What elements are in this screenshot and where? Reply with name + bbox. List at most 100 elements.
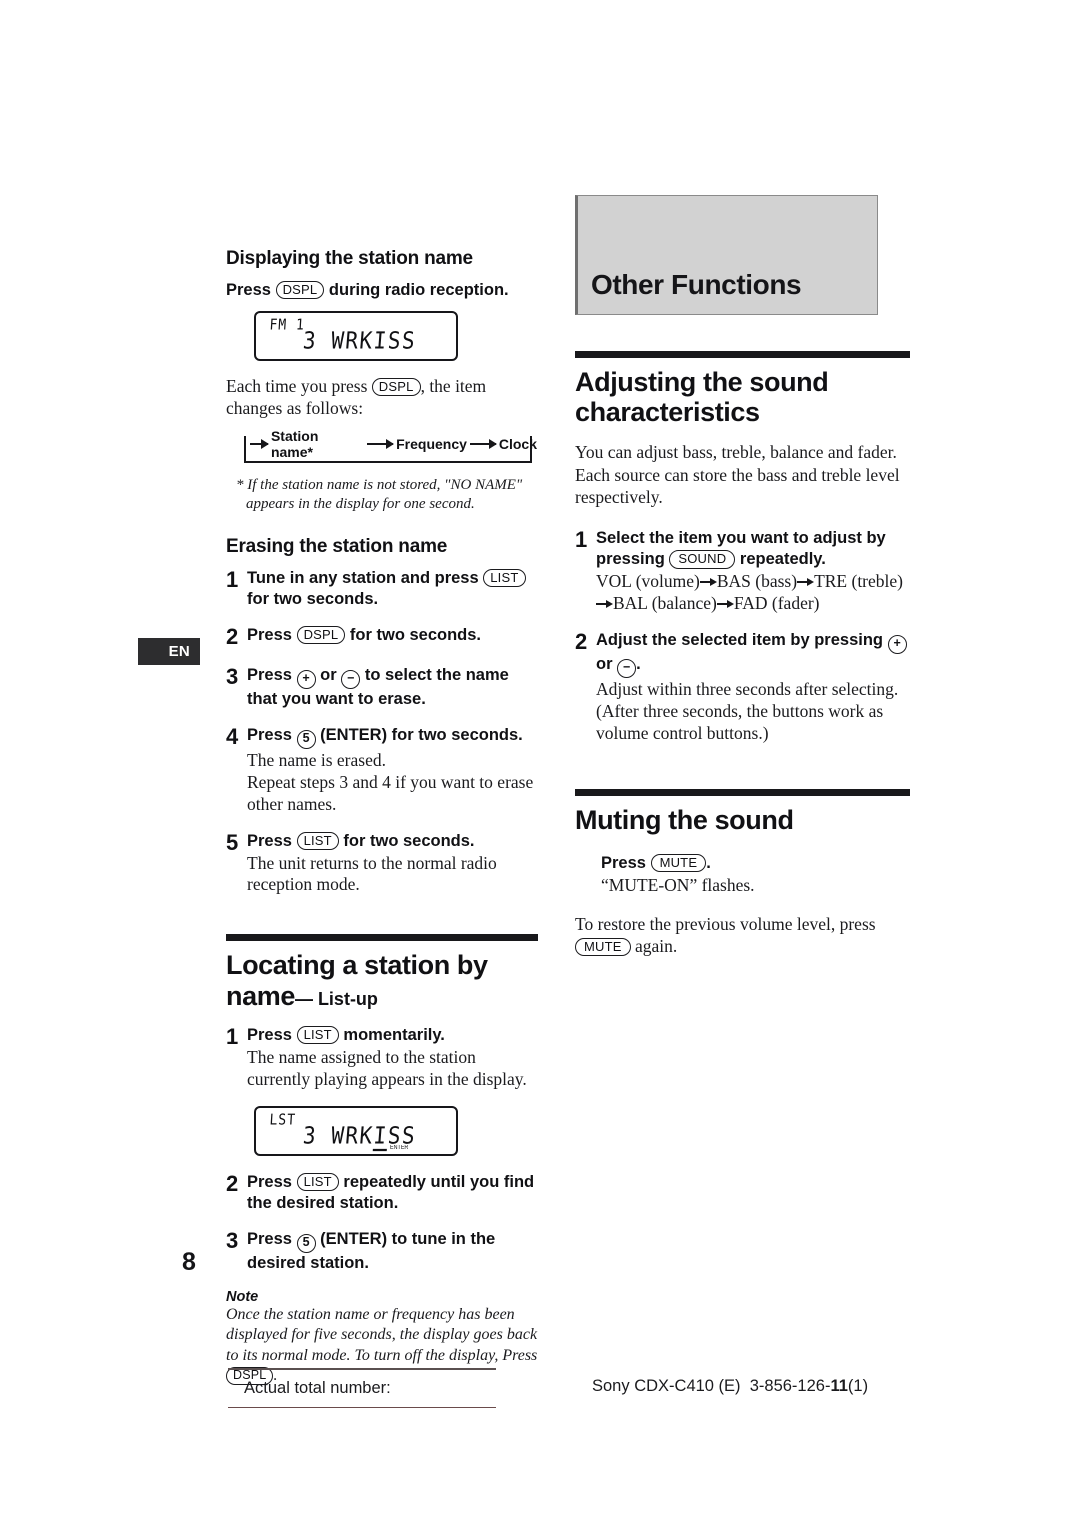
step-title-post: .: [636, 655, 641, 674]
footnote-no-name: * If the station name is not stored, "NO…: [236, 476, 523, 512]
dspl-button-inline[interactable]: DSPL: [371, 378, 421, 397]
step-erasing-3: 3 Press + or − to select the name that y…: [226, 663, 538, 710]
note-heading: Note: [226, 1289, 259, 1306]
step-title: Press 5 (ENTER) for two seconds.: [247, 725, 538, 749]
footer-code-suffix: (1): [847, 1377, 869, 1395]
step-title-post: repeatedly.: [739, 550, 826, 569]
sound-button[interactable]: SOUND: [669, 550, 736, 569]
manual-page: Displaying the station name Press DSPL d…: [0, 0, 1080, 1528]
flow-item-station-name: Station name*: [270, 427, 319, 460]
section-muting-sound: Muting the sound Press MUTE. “MUTE-ON” f…: [575, 788, 910, 958]
step-title-pre: Press: [247, 725, 292, 744]
step-title-pre: Adjust the selected item by pressing: [596, 631, 883, 650]
plus-button[interactable]: +: [296, 669, 316, 689]
press-dspl-instruction: Press DSPL during radio reception.: [226, 280, 538, 301]
footer-code-bold: 11: [830, 1377, 848, 1395]
mute-button[interactable]: MUTE: [650, 853, 707, 873]
list-button[interactable]: LIST: [296, 831, 339, 850]
press-suffix: during radio reception.: [328, 281, 509, 299]
footer-rule-bottom: [228, 1406, 496, 1408]
number-5-button[interactable]: 5: [296, 729, 316, 749]
step-erasing-4: 4 Press 5 (ENTER) for two seconds. The n…: [226, 723, 538, 816]
list-button[interactable]: LIST: [483, 568, 526, 588]
step-title-pre: Press: [247, 626, 292, 645]
step-title: Tune in any station and press LIST for t…: [247, 568, 538, 610]
each-time-pre: Each time you press: [226, 376, 368, 397]
step-title: Press LIST repeatedly until you find the…: [247, 1172, 538, 1214]
heading-dash: — List-up: [294, 988, 378, 1009]
mute-press-block: Press MUTE. “MUTE-ON” flashes.: [601, 853, 910, 897]
restore-pre: To restore the previous volume level, pr…: [575, 913, 876, 934]
step-description: The name is erased. Repeat steps 3 and 4…: [247, 749, 534, 814]
step-title-pre: Press: [247, 1172, 292, 1191]
minus-button[interactable]: −: [341, 669, 361, 689]
flow-item-clock: Clock: [498, 435, 537, 452]
step-title-post: (ENTER) for two seconds.: [320, 725, 523, 744]
restore-post: again.: [635, 936, 678, 957]
footer-model-code: Sony CDX-C410 (E) 3-856-126-11(1): [592, 1377, 868, 1396]
lcd-enter-label: ENTER: [390, 1144, 409, 1151]
step-title-post: for two seconds.: [343, 831, 475, 850]
list-button[interactable]: LIST: [296, 1025, 339, 1045]
step-number: 1: [226, 566, 239, 592]
step-description: The name assigned to the station current…: [247, 1046, 527, 1089]
step-number: 3: [226, 1227, 239, 1253]
step-title: Press LIST momentarily.: [247, 1025, 538, 1046]
step-erasing-2: 2 Press DSPL for two seconds.: [226, 625, 538, 650]
step-title-post: for two seconds.: [349, 626, 482, 645]
cycle-item-tre: TRE (treble): [814, 571, 903, 592]
step-title-post: momentarily.: [343, 1025, 445, 1044]
mute-on-flashes-text: “MUTE-ON” flashes.: [601, 875, 755, 896]
step-title-post: for two seconds.: [247, 590, 379, 609]
lcd-mode-label: LST: [268, 1111, 297, 1129]
footer-brand-model: Sony CDX-C410 (E): [592, 1377, 741, 1395]
arrow-icon: [596, 599, 613, 608]
step-locating-3: 3 Press 5 (ENTER) to tune in the desired…: [226, 1227, 538, 1274]
minus-button[interactable]: −: [617, 659, 637, 679]
number-5-button[interactable]: 5: [296, 1233, 316, 1253]
list-button[interactable]: LIST: [296, 1172, 339, 1192]
step-adjusting-2: 2 Adjust the selected item by pressing +…: [575, 629, 910, 745]
step-number: 2: [226, 1170, 239, 1196]
note-body-pre: Once the station name or frequency has b…: [226, 1306, 538, 1364]
flow-row: Station name* Frequency Clock: [250, 428, 540, 460]
mute-restore-paragraph: To restore the previous volume level, pr…: [575, 913, 910, 957]
step-erasing-5: 5 Press LIST for two seconds. The unit r…: [226, 830, 538, 897]
section-rule: [226, 934, 538, 942]
step-adjusting-1: 1 Select the item you want to adjust by …: [575, 527, 910, 615]
step-erasing-1: 1 Tune in any station and press LIST for…: [226, 566, 538, 610]
heading-adjusting-sound: Adjusting the sound characteristics: [575, 367, 829, 428]
step-title-pre: Press: [247, 1025, 292, 1044]
mute-button[interactable]: MUTE: [575, 938, 631, 957]
press-suffix: .: [706, 853, 711, 872]
step-number: 4: [226, 723, 239, 749]
cycle-item-bal: BAL (balance): [613, 593, 717, 614]
chapter-banner: Other Functions: [575, 195, 878, 315]
lcd-station-text: 3 WRKISS: [301, 327, 418, 354]
heading-displaying-station-name: Displaying the station name: [226, 248, 473, 269]
step-description: The unit returns to the normal radio rec…: [247, 852, 497, 895]
dspl-button[interactable]: DSPL: [296, 626, 346, 645]
step-title-pre: Press: [247, 831, 292, 850]
press-label: Press: [226, 281, 271, 299]
step-locating-2: 2 Press LIST repeatedly until you find t…: [226, 1170, 538, 1214]
sound-item-cycle: VOL (volume) BAS (bass) TRE (treble) BAL (b…: [596, 571, 910, 615]
mute-press-instruction: Press MUTE.: [601, 853, 910, 874]
step-number: 3: [226, 663, 239, 689]
page-number: 8: [182, 1248, 196, 1276]
display-cycle-flow: Station name* Frequency Clock: [244, 428, 540, 470]
step-title-mid: or: [320, 665, 337, 684]
footer-left-block: Actual total number:: [228, 1368, 496, 1408]
each-time-paragraph: Each time you press DSPL, the item chang…: [226, 375, 538, 419]
step-title: Press LIST for two seconds.: [247, 831, 538, 852]
cycle-item-vol: VOL (volume): [596, 571, 700, 592]
plus-button[interactable]: +: [887, 635, 907, 655]
step-number: 2: [575, 629, 588, 655]
section-rule: [575, 351, 910, 358]
lcd-text-part-a: 3 WRK: [301, 1121, 375, 1149]
right-column: Other Functions Adjusting the sound char…: [575, 195, 910, 957]
flow-item-frequency: Frequency: [396, 435, 467, 452]
section-rule: [575, 788, 910, 796]
dspl-button[interactable]: DSPL: [275, 281, 325, 300]
cycle-item-bas: BAS (bass): [716, 571, 798, 592]
